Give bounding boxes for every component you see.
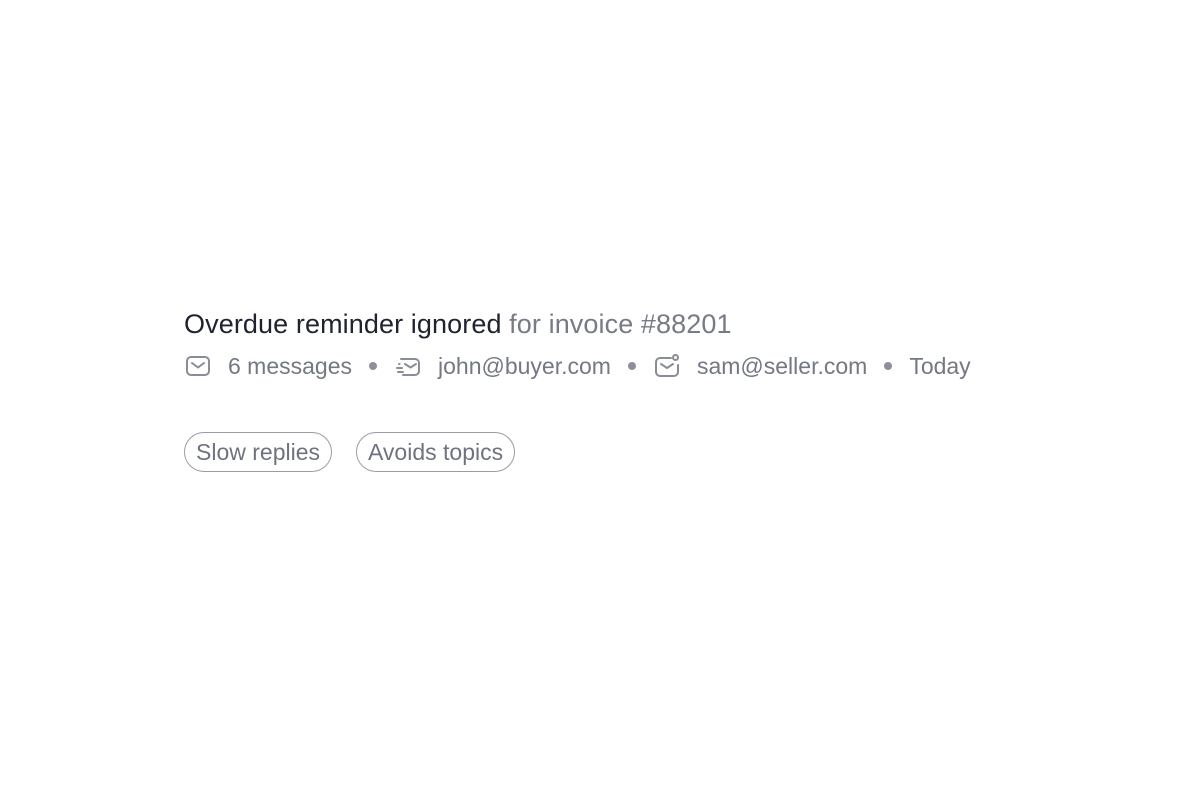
meta-messages: 6 messages bbox=[184, 352, 352, 380]
tag-list: Slow replies Avoids topics bbox=[184, 432, 1084, 472]
mail-fast-icon bbox=[394, 352, 422, 380]
meta-date: Today bbox=[909, 353, 970, 380]
thread-title-main: Overdue reminder ignored bbox=[184, 309, 502, 339]
thread-summary-card: Overdue reminder ignored for invoice #88… bbox=[184, 306, 1084, 472]
meta-from: john@buyer.com bbox=[394, 352, 611, 380]
mail-icon bbox=[184, 352, 212, 380]
thread-date: Today bbox=[909, 352, 971, 379]
message-count: 6 messages bbox=[228, 352, 353, 379]
separator-dot bbox=[627, 362, 636, 370]
recipient-email[interactable]: sam@seller.com bbox=[697, 353, 867, 380]
sender-email[interactable]: john@buyer.com bbox=[438, 353, 611, 380]
tag-avoids-topics[interactable]: Avoids topics bbox=[356, 432, 516, 472]
tag-slow-replies[interactable]: Slow replies bbox=[184, 432, 332, 472]
separator-dot bbox=[884, 362, 893, 370]
meta-to: sam@seller.com bbox=[653, 352, 867, 380]
thread-title-invoice: for invoice #88201 bbox=[501, 309, 732, 339]
thread-title: Overdue reminder ignored for invoice #88… bbox=[184, 306, 1084, 342]
mail-notification-icon bbox=[653, 352, 681, 380]
thread-meta: 6 messages john@buyer.com sam@seller.com… bbox=[184, 350, 1084, 382]
separator-dot bbox=[369, 362, 378, 370]
